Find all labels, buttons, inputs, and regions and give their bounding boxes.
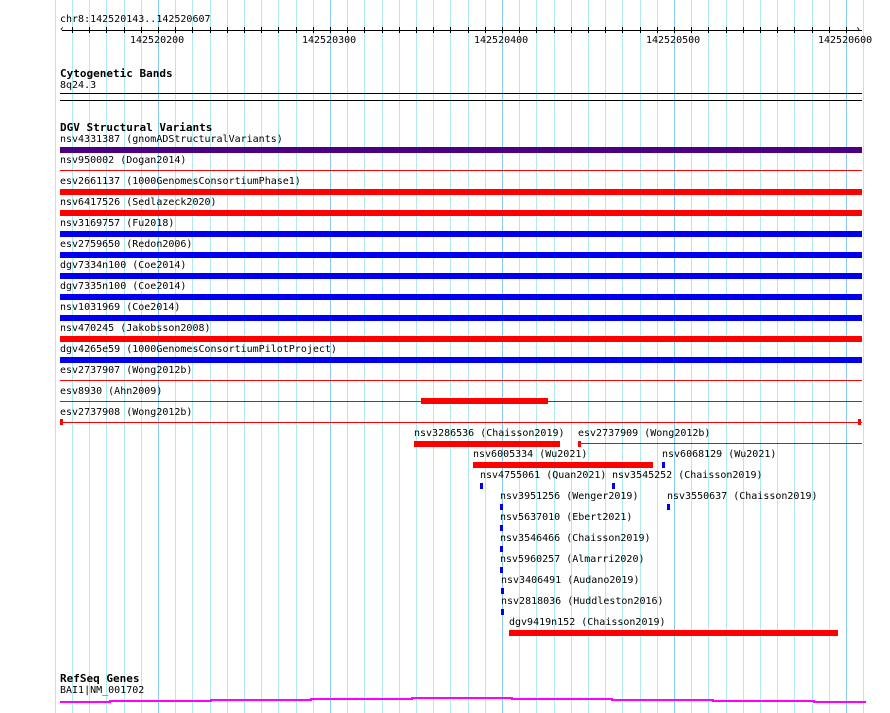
gene-model[interactable]	[0, 0, 890, 713]
genome-browser-view[interactable]: chr8:142520143..142520607 ‹ › 142520200 …	[0, 0, 890, 713]
